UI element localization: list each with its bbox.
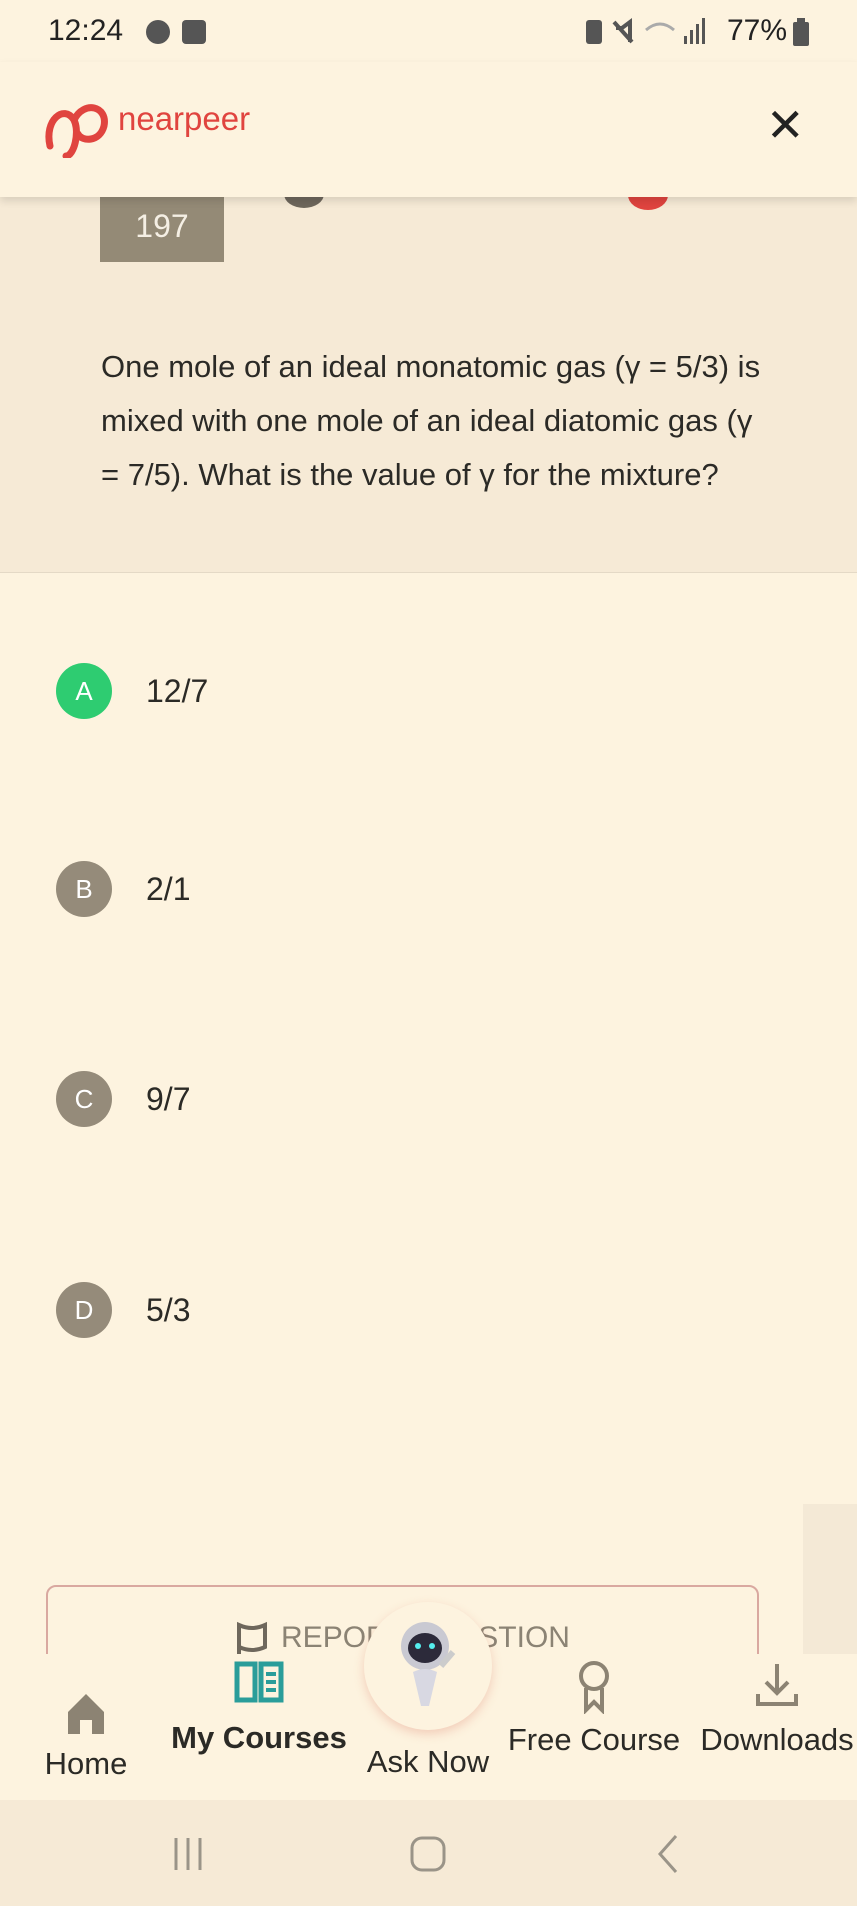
option-letter: A xyxy=(56,663,112,719)
option-text: 9/7 xyxy=(146,1080,191,1117)
nav-my-courses[interactable]: My Courses xyxy=(164,1660,354,1756)
award-icon xyxy=(579,1661,609,1714)
question-text: One mole of an ideal monatomic gas (γ = … xyxy=(101,349,761,492)
app-header: nearpeer ✕ xyxy=(0,62,857,197)
nearpeer-logo xyxy=(45,104,108,158)
close-button[interactable]: ✕ xyxy=(766,98,805,152)
nav-free-course[interactable]: Free Course xyxy=(494,1660,694,1758)
system-nav-bar xyxy=(0,1800,857,1906)
nav-ask-now[interactable]: Ask Now xyxy=(356,1744,500,1780)
option-a[interactable]: A 12/7 xyxy=(56,661,756,721)
battery-percent: 77% xyxy=(727,14,788,47)
option-text: 2/1 xyxy=(146,870,191,907)
option-c[interactable]: C 9/7 xyxy=(56,1069,756,1129)
recent-apps-button[interactable] xyxy=(172,1836,208,1872)
nav-downloads[interactable]: Downloads xyxy=(692,1660,857,1758)
question-number-badge: 197 xyxy=(100,190,224,262)
status-time: 12:24 xyxy=(48,14,124,47)
nav-home[interactable]: Home xyxy=(30,1674,142,1782)
nav-label: My Courses xyxy=(171,1720,347,1755)
option-d[interactable]: D 5/3 xyxy=(56,1280,756,1340)
robot-icon xyxy=(401,1622,456,1706)
brand-name: nearpeer xyxy=(118,100,251,137)
option-letter: C xyxy=(56,1071,112,1127)
flag-icon xyxy=(237,1621,268,1655)
option-letter: B xyxy=(56,861,112,917)
system-icons xyxy=(586,18,705,44)
notification-icons xyxy=(146,20,206,44)
ask-now-button[interactable] xyxy=(364,1602,492,1730)
home-icon xyxy=(68,1694,104,1734)
option-b[interactable]: B 2/1 xyxy=(56,859,756,919)
option-text: 5/3 xyxy=(146,1291,191,1328)
side-strip xyxy=(803,1504,857,1664)
download-icon xyxy=(756,1664,798,1706)
nav-label: Home xyxy=(44,1746,128,1781)
status-bar: 12:24 77% xyxy=(0,0,857,62)
home-system-button[interactable] xyxy=(410,1836,446,1872)
back-button[interactable] xyxy=(656,1834,680,1874)
option-letter: D xyxy=(56,1282,112,1338)
nav-label: Ask Now xyxy=(366,1744,490,1779)
nav-label: Downloads xyxy=(700,1722,854,1757)
nav-label: Free Course xyxy=(507,1722,681,1757)
option-text: 12/7 xyxy=(146,672,209,709)
book-icon xyxy=(234,1661,284,1703)
battery-icon xyxy=(793,18,809,46)
